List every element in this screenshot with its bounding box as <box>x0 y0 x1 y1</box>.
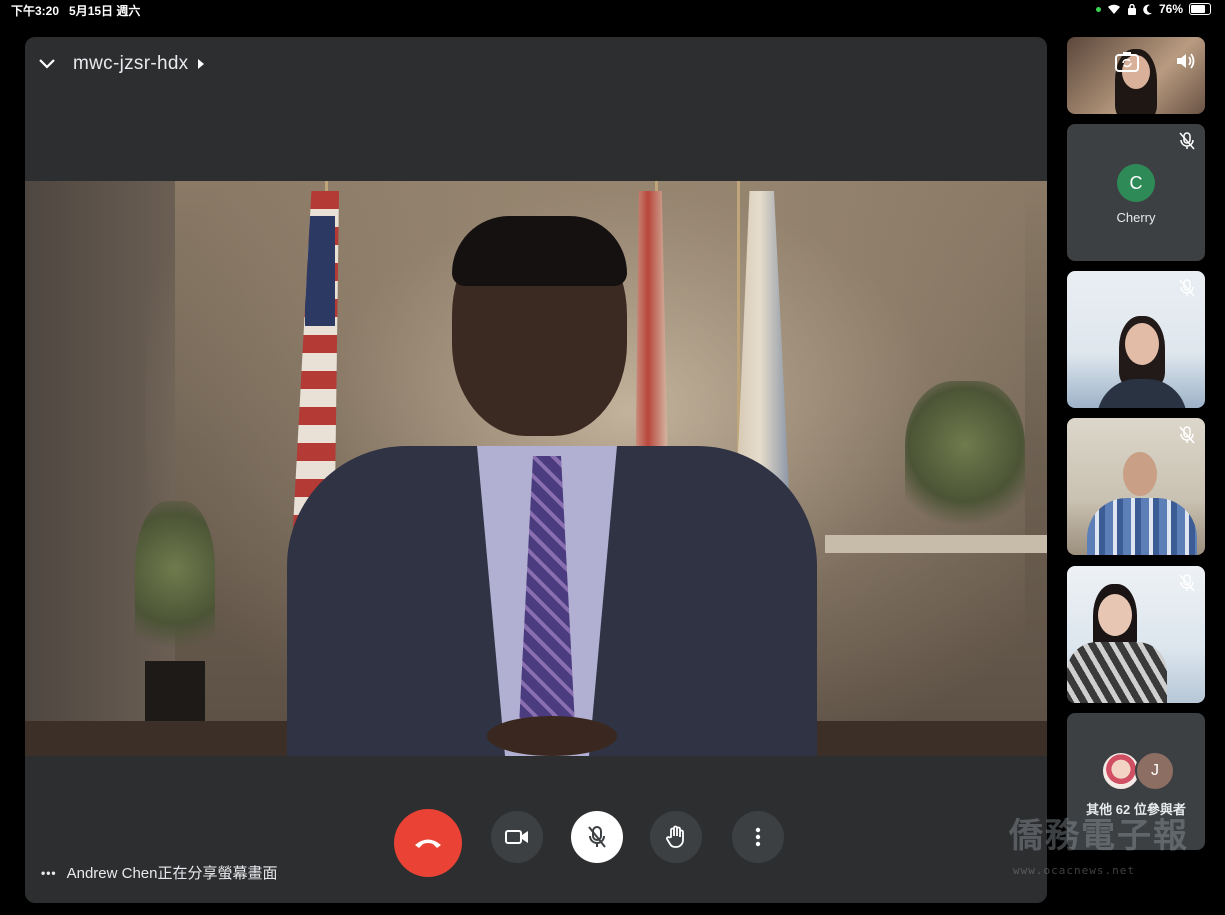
avatar: J <box>1135 751 1175 791</box>
plant <box>905 381 1025 541</box>
speaker-hands <box>487 716 617 756</box>
speaker-icon <box>1177 53 1195 69</box>
end-call-button[interactable] <box>394 809 462 877</box>
status-time: 下午3:20 <box>11 4 60 18</box>
raise-hand-button[interactable] <box>650 811 702 863</box>
meeting-details-link[interactable]: mwc-jzsr-hdx <box>73 53 205 75</box>
speaker-button[interactable] <box>1175 51 1197 76</box>
speaker-video <box>25 181 1047 756</box>
mic-toggle-button[interactable] <box>571 811 623 863</box>
plant <box>135 501 215 671</box>
participant-name: Cherry <box>1116 210 1156 225</box>
mic-off-icon <box>588 826 606 848</box>
participant-face <box>1125 323 1159 365</box>
more-horiz-icon: ••• <box>41 865 57 880</box>
status-date: 5月15日 週六 <box>69 4 141 18</box>
main-stage: mwc-jzsr-hdx ••• Andrew Chen正在分享螢幕畫面 <box>25 37 1047 903</box>
avatar: C <box>1117 164 1155 202</box>
lock-rotation-icon <box>1127 3 1136 15</box>
participant-body <box>1087 498 1197 555</box>
speaker-hair <box>452 216 627 286</box>
battery-fill <box>1191 5 1205 13</box>
status-bar: 下午3:20 5月15日 週六 76% <box>0 0 1225 18</box>
mic-off-icon <box>1179 132 1195 150</box>
status-left: 下午3:20 5月15日 週六 <box>11 2 140 19</box>
mic-off-icon <box>1179 279 1195 297</box>
speaker-person <box>287 216 817 756</box>
phone-hangup-icon <box>415 839 441 848</box>
others-avatars: J <box>1101 751 1175 791</box>
presenting-notice[interactable]: ••• Andrew Chen正在分享螢幕畫面 <box>41 862 278 883</box>
meeting-code: mwc-jzsr-hdx <box>73 53 189 74</box>
participant-body <box>1067 642 1167 703</box>
switch-camera-icon <box>1115 52 1139 72</box>
more-options-button[interactable] <box>732 811 784 863</box>
participant-face <box>1123 452 1157 496</box>
recording-dot-icon <box>1095 6 1101 12</box>
status-right: 76% <box>1095 2 1211 16</box>
participant-tile-cherry[interactable]: C Cherry <box>1067 124 1205 261</box>
meeting-header: mwc-jzsr-hdx <box>37 53 205 75</box>
moon-icon <box>1143 4 1152 15</box>
participant-face <box>1098 594 1132 636</box>
other-participants-tile[interactable]: J 其他 62 位參與者 <box>1067 713 1205 850</box>
more-vert-icon <box>755 827 761 847</box>
mic-off-icon <box>1179 574 1195 592</box>
chevron-down-icon[interactable] <box>37 57 57 71</box>
battery-icon <box>1189 3 1211 15</box>
switch-camera-button[interactable] <box>1115 51 1139 78</box>
video-camera-icon <box>505 830 528 844</box>
battery-percent: 76% <box>1158 2 1183 16</box>
wifi-icon <box>1107 4 1120 14</box>
participant-tile[interactable] <box>1067 271 1205 408</box>
hand-icon <box>666 825 684 848</box>
camera-toggle-button[interactable] <box>491 811 543 863</box>
others-count-label: 其他 62 位參與者 <box>1086 802 1186 817</box>
mic-off-icon <box>1179 426 1195 444</box>
caret-right-icon <box>197 59 204 69</box>
presenting-text: Andrew Chen正在分享螢幕畫面 <box>66 865 278 882</box>
participant-tile[interactable] <box>1067 566 1205 703</box>
self-view-tile[interactable] <box>1067 37 1205 114</box>
participant-tile[interactable] <box>1067 418 1205 555</box>
participant-body <box>1097 379 1187 408</box>
